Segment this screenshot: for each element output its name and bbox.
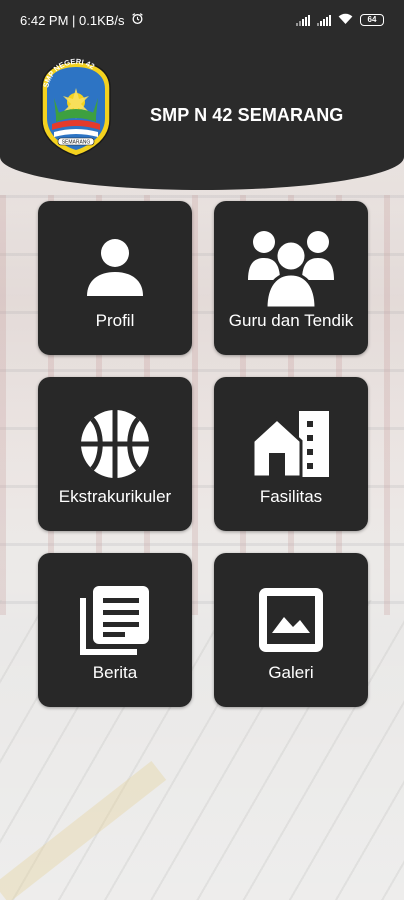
- status-time-speed: 6:42 PM | 0.1KB/s: [20, 12, 125, 28]
- building-icon: [246, 399, 336, 489]
- menu-label: Profil: [95, 311, 135, 330]
- signal-icon-2: [317, 14, 331, 26]
- menu-label: Guru dan Tendik: [228, 311, 354, 330]
- school-logo: SMP NEGERI 42 SEMARANG: [36, 57, 116, 158]
- status-bar: 6:42 PM | 0.1KB/s 64: [0, 0, 404, 40]
- menu-label: Ekstrakurikuler: [58, 487, 172, 506]
- menu-tile-galeri[interactable]: Galeri: [214, 553, 368, 707]
- signal-icon-1: [296, 14, 310, 26]
- menu-label: Fasilitas: [259, 487, 323, 506]
- menu-label: Galeri: [268, 663, 314, 682]
- menu-tile-guru-dan-tendik[interactable]: Guru dan Tendik: [214, 201, 368, 355]
- battery-icon: 64: [360, 14, 384, 26]
- alarm-icon: [131, 12, 144, 28]
- person-icon: [70, 223, 160, 313]
- menu-tile-fasilitas[interactable]: Fasilitas: [214, 377, 368, 531]
- image-icon: [246, 575, 336, 665]
- menu-label: Berita: [92, 663, 138, 682]
- basketball-icon: [70, 399, 160, 489]
- logo-bottom-text: SEMARANG: [62, 140, 91, 146]
- page-title: SMP N 42 SEMARANG: [150, 105, 344, 125]
- menu-tile-profil[interactable]: Profil: [38, 201, 192, 355]
- menu-tile-ekstrakurikuler[interactable]: Ekstrakurikuler: [38, 377, 192, 531]
- menu-tile-berita[interactable]: Berita: [38, 553, 192, 707]
- news-icon: [70, 575, 160, 665]
- wifi-icon: [338, 13, 353, 28]
- group-icon: [246, 223, 336, 313]
